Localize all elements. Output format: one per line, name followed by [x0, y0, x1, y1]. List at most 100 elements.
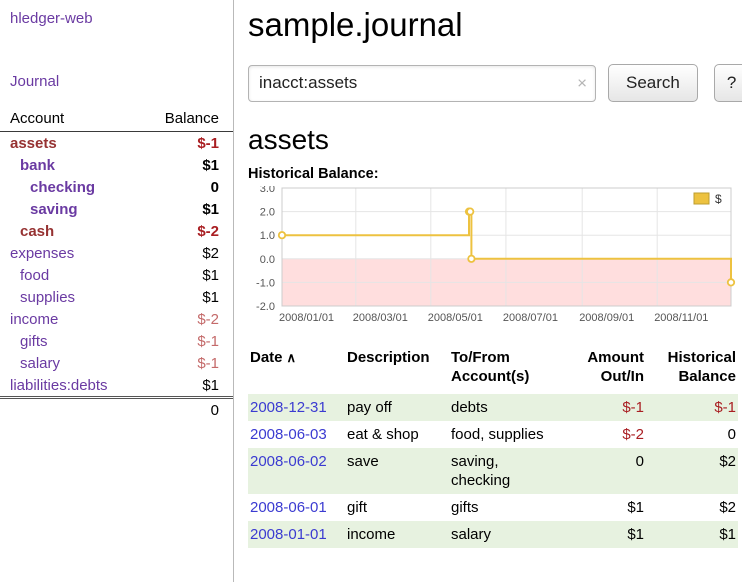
account-name-cell: assets	[0, 132, 143, 155]
balance-header-line1: Historical	[648, 348, 736, 367]
search-bar: × Search ?	[248, 64, 742, 102]
svg-text:2008/11/01: 2008/11/01	[654, 312, 708, 324]
account-name-cell: supplies	[0, 286, 143, 308]
transaction-date-link[interactable]: 2008-06-01	[250, 499, 327, 516]
account-balance: $-1	[143, 330, 233, 352]
account-balance: $1	[143, 198, 233, 220]
account-balance: $1	[143, 374, 233, 398]
transaction-date-link[interactable]: 2008-12-31	[250, 399, 327, 416]
account-name-cell: checking	[0, 176, 143, 198]
transaction-historical-balance: 0	[646, 421, 738, 448]
account-link[interactable]: checking	[30, 179, 95, 196]
register-header-description: Description	[345, 346, 449, 394]
register-header-balance: Historical Balance	[646, 346, 738, 394]
transaction-date-link[interactable]: 2008-06-02	[250, 453, 327, 470]
svg-text:2008/05/01: 2008/05/01	[428, 312, 483, 324]
svg-text:2008/07/01: 2008/07/01	[503, 312, 558, 324]
account-row: checking 0	[0, 176, 233, 198]
transaction-date-cell: 2008-06-01	[248, 494, 345, 521]
account-link[interactable]: liabilities:debts	[10, 377, 108, 394]
account-row: income $-2	[0, 308, 233, 330]
page-title: sample.journal	[248, 6, 742, 44]
historical-balance-chart[interactable]: 3.02.01.00.0-1.0-2.02008/01/012008/03/01…	[248, 186, 737, 334]
account-heading: assets	[248, 124, 742, 156]
transaction-description: income	[345, 521, 449, 548]
sidebar: hledger-web Journal Account Balance asse…	[0, 0, 234, 582]
register-table: Date∧ Description To/From Account(s) Amo…	[248, 346, 738, 548]
data-point-marker	[467, 208, 473, 214]
transaction-date-link[interactable]: 2008-01-01	[250, 526, 327, 543]
account-name-cell: bank	[0, 154, 143, 176]
app-root: hledger-web Journal Account Balance asse…	[0, 0, 742, 582]
account-link[interactable]: assets	[10, 135, 57, 152]
account-row: liabilities:debts $1	[0, 374, 233, 398]
account-name-cell: gifts	[0, 330, 143, 352]
transaction-date-link[interactable]: 2008-06-03	[250, 426, 327, 443]
svg-text:0.0: 0.0	[260, 254, 275, 266]
transaction-amount: $1	[566, 494, 646, 521]
sort-ascending-icon: ∧	[287, 350, 297, 365]
nav-journal-link[interactable]: Journal	[0, 71, 233, 92]
search-button[interactable]: Search	[608, 64, 698, 102]
transaction-historical-balance: $-1	[646, 394, 738, 421]
account-balance: $1	[143, 286, 233, 308]
account-link[interactable]: cash	[20, 223, 54, 240]
account-link[interactable]: saving	[30, 201, 78, 218]
search-input[interactable]	[248, 65, 596, 102]
account-balance: $-2	[143, 308, 233, 330]
accounts-total-value: 0	[143, 398, 233, 422]
account-balance: $1	[143, 264, 233, 286]
account-name-cell: liabilities:debts	[0, 374, 143, 398]
svg-text:2.0: 2.0	[260, 207, 275, 219]
account-link[interactable]: food	[20, 267, 49, 284]
transaction-historical-balance: $2	[646, 494, 738, 521]
transaction-date-cell: 2008-06-03	[248, 421, 345, 448]
help-button[interactable]: ?	[714, 64, 742, 102]
transaction-description: save	[345, 448, 449, 494]
chart-heading: Historical Balance:	[248, 166, 742, 182]
accounts-header-balance: Balance	[143, 108, 233, 132]
account-link[interactable]: salary	[20, 355, 60, 372]
accounts-header-account: Account	[0, 108, 143, 132]
account-row: assets $-1	[0, 132, 233, 155]
legend-swatch	[694, 193, 709, 204]
accounts-header-line1: To/From	[451, 348, 564, 367]
account-link[interactable]: gifts	[20, 333, 48, 350]
account-row: food $1	[0, 264, 233, 286]
transaction-accounts: saving, checking	[449, 448, 566, 494]
svg-text:2008/09/01: 2008/09/01	[579, 312, 634, 324]
account-link[interactable]: supplies	[20, 289, 75, 306]
transaction-row[interactable]: 2008-06-02 savesaving, checking0$2	[248, 448, 738, 494]
app-title-link[interactable]: hledger-web	[0, 8, 233, 29]
transaction-row[interactable]: 2008-01-01incomesalary$1$1	[248, 521, 738, 548]
transaction-historical-balance: $2	[646, 448, 738, 494]
transaction-amount: $-1	[566, 394, 646, 421]
account-name-cell: saving	[0, 198, 143, 220]
account-link[interactable]: income	[10, 311, 58, 328]
accounts-header-line2: Account(s)	[451, 367, 564, 386]
transaction-historical-balance: $1	[646, 521, 738, 548]
transaction-description: gift	[345, 494, 449, 521]
transaction-row[interactable]: 2008-12-31pay offdebts$-1$-1	[248, 394, 738, 421]
register-header-date[interactable]: Date∧	[248, 346, 345, 394]
account-row: saving $1	[0, 198, 233, 220]
transaction-row[interactable]: 2008-06-03eat & shopfood, supplies$-20	[248, 421, 738, 448]
transaction-row[interactable]: 2008-06-01giftgifts$1$2	[248, 494, 738, 521]
transaction-accounts: salary	[449, 521, 566, 548]
svg-text:-1.0: -1.0	[256, 277, 275, 289]
clear-search-icon[interactable]: ×	[577, 75, 587, 92]
account-row: bank $1	[0, 154, 233, 176]
account-balance: $2	[143, 242, 233, 264]
account-balance: $1	[143, 154, 233, 176]
account-balance: $-1	[143, 352, 233, 374]
svg-text:-2.0: -2.0	[256, 301, 275, 313]
account-balance: $-1	[143, 132, 233, 155]
balance-chart-svg[interactable]: 3.02.01.00.0-1.0-2.02008/01/012008/03/01…	[248, 186, 737, 334]
register-header-row: Date∧ Description To/From Account(s) Amo…	[248, 346, 738, 394]
account-link[interactable]: expenses	[10, 245, 74, 262]
transaction-accounts: food, supplies	[449, 421, 566, 448]
account-balance: 0	[143, 176, 233, 198]
data-point-marker	[728, 279, 734, 285]
account-link[interactable]: bank	[20, 157, 55, 174]
transaction-amount: 0	[566, 448, 646, 494]
